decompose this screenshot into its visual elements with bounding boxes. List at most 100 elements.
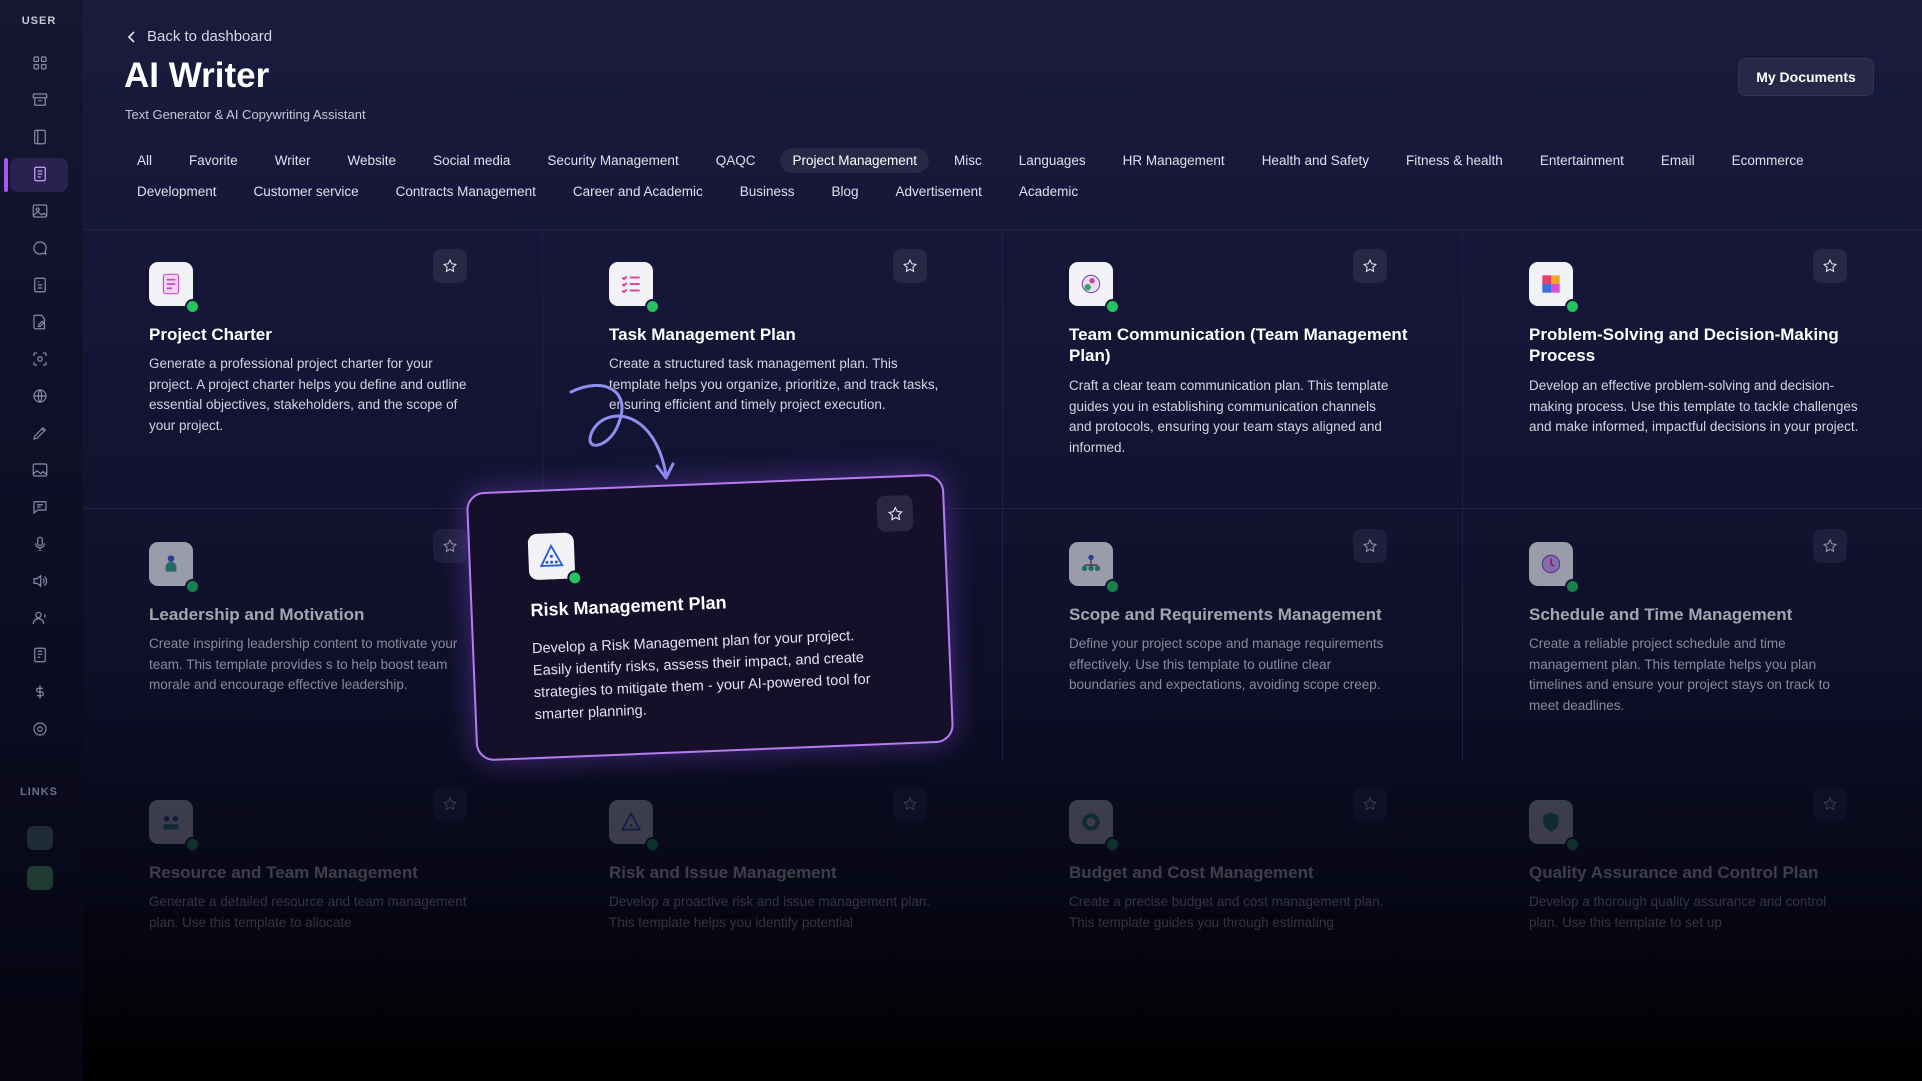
favorite-button[interactable]: [893, 787, 927, 821]
template-card[interactable]: Quality Assurance and Control Plan Devel…: [1463, 770, 1903, 1030]
charter-icon: [149, 262, 193, 306]
scan-icon[interactable]: [27, 346, 53, 372]
favorite-button[interactable]: [433, 249, 467, 283]
file-edit-icon[interactable]: [27, 309, 53, 335]
filter-chip[interactable]: Website: [336, 148, 409, 173]
my-documents-button[interactable]: My Documents: [1738, 58, 1874, 96]
favorite-button[interactable]: [1813, 529, 1847, 563]
template-card[interactable]: Schedule and Time Management Create a re…: [1463, 512, 1903, 772]
filter-chip[interactable]: Customer service: [242, 179, 371, 204]
filter-chip[interactable]: Blog: [820, 179, 871, 204]
sidebar-user-label: USER: [21, 15, 57, 27]
filter-chip[interactable]: Social media: [421, 148, 522, 173]
curved-arrow: [569, 383, 675, 480]
status-dot: [1105, 579, 1120, 594]
filter-chip[interactable]: Academic: [1007, 179, 1090, 204]
filter-row-2: Development Customer service Contracts Man…: [125, 179, 1865, 204]
favorite-button[interactable]: [433, 787, 467, 821]
warning-icon: [609, 800, 653, 844]
chat-bubble-icon[interactable]: [27, 235, 53, 261]
filter-chip[interactable]: HR Management: [1111, 148, 1237, 173]
back-to-dashboard-link[interactable]: Back to dashboard: [127, 28, 272, 45]
template-card[interactable]: Scope and Requirements Management Define…: [1003, 512, 1443, 772]
template-card[interactable]: Project Charter Generate a professional …: [83, 232, 523, 492]
highlighted-template-card[interactable]: Risk Management Plan Develop a Risk Mana…: [465, 473, 955, 762]
filter-chip[interactable]: Business: [728, 179, 807, 204]
favorite-button[interactable]: [1813, 787, 1847, 821]
pen-icon[interactable]: [27, 420, 53, 446]
status-dot: [1565, 837, 1580, 852]
star-icon: [1362, 258, 1378, 273]
dollar-icon[interactable]: [27, 679, 53, 705]
archive-icon[interactable]: [27, 87, 53, 113]
star-icon: [902, 796, 918, 811]
filter-chip[interactable]: Favorite: [177, 148, 250, 173]
star-icon: [887, 505, 903, 521]
star-icon: [442, 796, 458, 811]
page-title: AI Writer: [124, 56, 270, 95]
speaker-icon[interactable]: [27, 568, 53, 594]
filter-chip[interactable]: Development: [125, 179, 229, 204]
template-card[interactable]: Leadership and Motivation Create inspiri…: [83, 512, 523, 772]
link-item-1[interactable]: [27, 826, 53, 850]
filter-chip[interactable]: Career and Academic: [561, 179, 715, 204]
status-dot: [185, 837, 200, 852]
favorite-button[interactable]: [1813, 249, 1847, 283]
status-dot: [645, 837, 660, 852]
filter-chip[interactable]: Health and Safety: [1250, 148, 1381, 173]
filter-chip[interactable]: All: [125, 148, 164, 173]
checklist-icon: [609, 262, 653, 306]
status-dot: [1105, 299, 1120, 314]
template-card[interactable]: Risk and Issue Management Develop a proa…: [543, 770, 983, 1030]
photo-icon[interactable]: [27, 457, 53, 483]
microphone-icon[interactable]: [27, 531, 53, 557]
book-icon[interactable]: [27, 124, 53, 150]
filter-chip[interactable]: Writer: [263, 148, 323, 173]
globe-icon[interactable]: [27, 383, 53, 409]
filter-chip[interactable]: Security Management: [535, 148, 690, 173]
category-filters: All Favorite Writer Website Social media Secu…: [125, 148, 1865, 210]
filter-chip[interactable]: Email: [1649, 148, 1707, 173]
sidebar: USER LINKS: [0, 0, 84, 1081]
document-icon[interactable]: [27, 161, 53, 187]
notebook-icon[interactable]: [27, 642, 53, 668]
status-dot: [645, 299, 660, 314]
filter-chip[interactable]: Fitness & health: [1394, 148, 1515, 173]
settings-icon[interactable]: [27, 716, 53, 742]
card-title: Risk and Issue Management: [609, 863, 837, 882]
template-card[interactable]: Problem-Solving and Decision-Making Proc…: [1463, 232, 1903, 492]
card-description: Craft a clear team communication plan. T…: [1069, 378, 1389, 455]
filter-chip[interactable]: Advertisement: [884, 179, 994, 204]
user-voice-icon[interactable]: [27, 605, 53, 631]
card-description: Create a reliable project schedule and t…: [1529, 636, 1830, 713]
filter-chip[interactable]: Contracts Management: [384, 179, 548, 204]
favorite-button[interactable]: [1353, 529, 1387, 563]
card-title: Leadership and Motivation: [149, 605, 365, 624]
puzzle-icon: [1529, 262, 1573, 306]
main-panel: Back to dashboard AI Writer Text Generat…: [83, 0, 1922, 1081]
link-item-2[interactable]: [27, 866, 53, 890]
filter-chip[interactable]: Project Management: [780, 148, 930, 173]
filter-chip[interactable]: Misc: [942, 148, 994, 173]
filter-chip[interactable]: Entertainment: [1528, 148, 1636, 173]
grid-icon[interactable]: [27, 50, 53, 76]
status-dot: [1565, 299, 1580, 314]
resource-icon: [149, 800, 193, 844]
template-card[interactable]: Budget and Cost Management Create a prec…: [1003, 770, 1443, 1030]
message-icon[interactable]: [27, 494, 53, 520]
template-card[interactable]: Resource and Team Management Generate a …: [83, 770, 523, 1030]
file-text-icon[interactable]: [27, 272, 53, 298]
team-chat-icon: [1069, 262, 1113, 306]
favorite-button[interactable]: [433, 529, 467, 563]
favorite-button[interactable]: [1353, 787, 1387, 821]
favorite-button[interactable]: [1353, 249, 1387, 283]
template-card[interactable]: Team Communication (Team Management Plan…: [1003, 232, 1443, 492]
favorite-button[interactable]: [893, 249, 927, 283]
favorite-button[interactable]: [876, 494, 914, 533]
filter-chip[interactable]: Ecommerce: [1720, 148, 1816, 173]
filter-chip[interactable]: QAQC: [704, 148, 768, 173]
image-icon[interactable]: [27, 198, 53, 224]
star-icon: [1822, 258, 1838, 273]
filter-chip[interactable]: Languages: [1007, 148, 1098, 173]
card-description: Develop a proactive risk and issue manag…: [609, 894, 931, 930]
